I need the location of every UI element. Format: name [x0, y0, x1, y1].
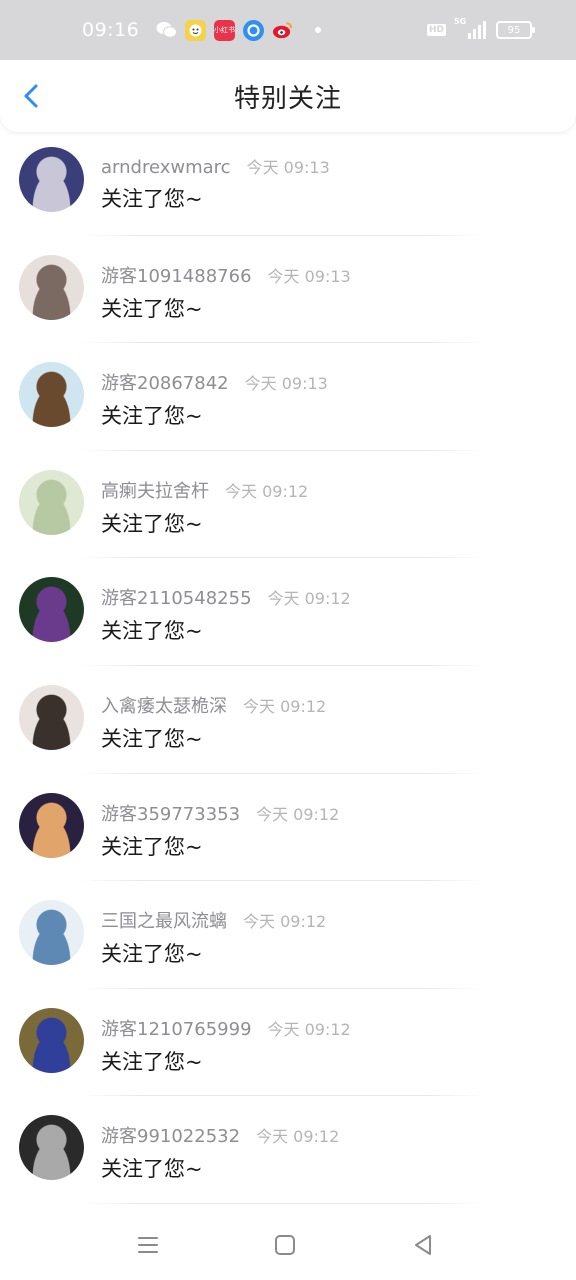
message-text: 关注了您~: [101, 942, 203, 967]
avatar[interactable]: [19, 792, 84, 858]
weibo-icon: [272, 20, 293, 41]
list-item-meta: 三国之最风流螭 今天 09:12: [101, 907, 326, 933]
list-item[interactable]: 入禽痿太瑟桅深 今天 09:12 关注了您~: [0, 666, 576, 774]
list-item-text: 高瘌夫拉舍杆 今天 09:12 关注了您~: [101, 477, 308, 538]
message-text: 关注了您~: [101, 726, 203, 751]
list-item[interactable]: 游客1091488766 今天 09:13 关注了您~: [0, 236, 576, 344]
username[interactable]: 游客359773353: [101, 800, 240, 826]
system-navigation-bar: [0, 1210, 576, 1280]
menu-icon[interactable]: [135, 1232, 161, 1258]
timestamp: 今天 09:12: [267, 1019, 351, 1039]
list-item-text: 入禽痿太瑟桅深 今天 09:12 关注了您~: [101, 692, 326, 753]
avatar[interactable]: [19, 1115, 84, 1181]
message-text: 关注了您~: [101, 511, 203, 536]
battery-icon: 95: [496, 21, 535, 39]
timestamp: 今天 09:12: [256, 1127, 340, 1147]
list-item-meta: 入禽痿太瑟桅深 今天 09:12: [101, 692, 326, 718]
notification-icons: 小红书: [156, 19, 321, 41]
username[interactable]: 入禽痿太瑟桅深: [101, 692, 227, 718]
list-item-meta: 游客20867842 今天 09:13: [101, 369, 328, 395]
home-icon[interactable]: [272, 1232, 298, 1258]
face-app-icon: [185, 19, 206, 41]
list-item[interactable]: 游客359773353 今天 09:12 关注了您~: [0, 774, 576, 882]
list-item-text: 游客20867842 今天 09:13 关注了您~: [101, 369, 328, 430]
hd-badge: HD: [426, 24, 446, 36]
avatar[interactable]: [19, 254, 84, 320]
avatar[interactable]: [19, 684, 84, 750]
list-item-text: 游客991022532 今天 09:12 关注了您~: [101, 1122, 339, 1183]
list-item-text: 游客2110548255 今天 09:12 关注了您~: [101, 584, 351, 645]
network-type: 5G: [454, 17, 467, 26]
avatar[interactable]: [19, 1007, 84, 1073]
avatar[interactable]: [19, 577, 84, 643]
status-bar: 09:16 小红书 HD 5G 95: [0, 0, 576, 60]
message-text: 关注了您~: [101, 1049, 203, 1074]
timestamp: 今天 09:13: [244, 374, 328, 394]
message-text: 关注了您~: [101, 1157, 203, 1182]
follower-list: arndrexwmarc 今天 09:13 关注了您~ 游客1091488766 今天 …: [0, 128, 576, 1204]
back-arrow-icon[interactable]: [18, 82, 46, 110]
list-item-text: 游客359773353 今天 09:12 关注了您~: [101, 800, 339, 861]
list-item-meta: 游客1210765999 今天 09:12: [101, 1015, 351, 1041]
battery-level: 95: [507, 24, 521, 36]
avatar[interactable]: [19, 469, 84, 535]
signal-icon: 5G: [454, 17, 486, 39]
browser-icon: [243, 19, 264, 41]
clock: 09:16: [82, 19, 140, 41]
message-text: 关注了您~: [101, 404, 203, 429]
system-icons: HD 5G 95: [426, 17, 535, 39]
message-text: 关注了您~: [101, 187, 203, 211]
xiaohongshu-label: 小红书: [214, 26, 235, 34]
list-item[interactable]: 游客991022532 今天 09:12 关注了您~: [0, 1096, 576, 1204]
timestamp: 今天 09:12: [243, 696, 327, 716]
username[interactable]: 游客2110548255: [101, 584, 252, 610]
timestamp: 今天 09:12: [267, 589, 351, 609]
list-item[interactable]: 游客2110548255 今天 09:12 关注了您~: [0, 558, 576, 666]
avatar[interactable]: [19, 362, 84, 428]
list-item[interactable]: arndrexwmarc 今天 09:13 关注了您~: [0, 128, 576, 236]
list-item-meta: arndrexwmarc 今天 09:13: [101, 154, 330, 178]
timestamp: 今天 09:12: [243, 912, 327, 932]
list-item-meta: 游客2110548255 今天 09:12: [101, 584, 351, 610]
list-item[interactable]: 高瘌夫拉舍杆 今天 09:12 关注了您~: [0, 451, 576, 559]
list-item-text: 游客1210765999 今天 09:12 关注了您~: [101, 1015, 351, 1076]
list-item-meta: 高瘌夫拉舍杆 今天 09:12: [101, 477, 308, 503]
page-title: 特别关注: [233, 83, 342, 114]
message-text: 关注了您~: [101, 619, 203, 644]
list-item-text: arndrexwmarc 今天 09:13 关注了您~: [101, 154, 330, 213]
list-item[interactable]: 三国之最风流螭 今天 09:12 关注了您~: [0, 881, 576, 989]
timestamp: 今天 09:13: [246, 158, 330, 177]
timestamp: 今天 09:12: [225, 481, 309, 501]
top-nav-bar: 特别关注: [0, 60, 576, 132]
list-item-meta: 游客359773353 今天 09:12: [101, 800, 339, 826]
username[interactable]: 高瘌夫拉舍杆: [101, 477, 209, 503]
wechat-icon: [156, 20, 177, 41]
list-item[interactable]: 游客1210765999 今天 09:12 关注了您~: [0, 989, 576, 1097]
list-item-text: 三国之最风流螭 今天 09:12 关注了您~: [101, 907, 326, 968]
xiaohongshu-icon: 小红书: [214, 19, 235, 41]
list-item-meta: 游客1091488766 今天 09:13: [101, 262, 351, 288]
username[interactable]: 三国之最风流螭: [101, 907, 227, 933]
message-text: 关注了您~: [101, 834, 203, 859]
list-item-text: 游客1091488766 今天 09:13 关注了您~: [101, 262, 351, 323]
avatar[interactable]: [19, 147, 84, 212]
divider: [80, 1202, 486, 1204]
username[interactable]: 游客1091488766: [101, 262, 252, 288]
timestamp: 今天 09:13: [267, 266, 351, 286]
username[interactable]: 游客991022532: [101, 1122, 240, 1148]
list-item[interactable]: 游客20867842 今天 09:13 关注了您~: [0, 343, 576, 451]
timestamp: 今天 09:12: [256, 804, 340, 824]
username[interactable]: 游客1210765999: [101, 1015, 252, 1041]
message-text: 关注了您~: [101, 296, 203, 321]
username[interactable]: arndrexwmarc: [101, 157, 231, 178]
list-item-meta: 游客991022532 今天 09:12: [101, 1122, 339, 1148]
avatar[interactable]: [19, 900, 84, 966]
back-triangle-icon[interactable]: [410, 1232, 436, 1258]
more-notifications-dot: [315, 27, 321, 33]
username[interactable]: 游客20867842: [101, 369, 229, 395]
